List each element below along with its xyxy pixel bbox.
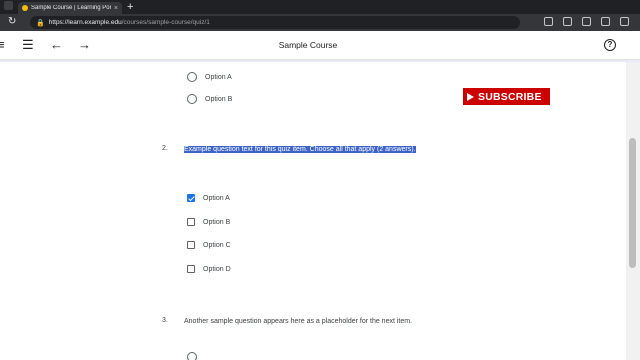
question-number: 2. [162, 145, 168, 152]
browser-tab[interactable]: Sample Course | Learning Portal × [18, 2, 122, 14]
subscribe-label: SUBSCRIBE [478, 90, 542, 103]
favorites-icon[interactable] [563, 17, 572, 26]
collections-icon[interactable] [582, 17, 591, 26]
question-text: Example question text for this quiz item… [184, 144, 420, 155]
help-icon[interactable]: ? [604, 39, 616, 51]
option-label: Option B [205, 95, 233, 103]
question-text-selected: Example question text for this quiz item… [184, 146, 416, 153]
radio-button[interactable] [187, 72, 197, 82]
tab-title: Sample Course | Learning Portal [31, 5, 111, 11]
lock-icon[interactable]: 🔒 [36, 19, 45, 27]
q2-option-3[interactable]: Option C [187, 241, 231, 249]
q1-option-1[interactable]: Option A [187, 72, 232, 82]
extensions-icon[interactable] [601, 17, 610, 26]
tab-close-icon[interactable]: × [114, 5, 118, 12]
url-path: /courses/sample-course/quiz/1 [121, 19, 210, 26]
subscribe-overlay[interactable]: SUBSCRIBE [463, 88, 550, 105]
checkbox[interactable] [187, 241, 195, 249]
radio-button[interactable] [187, 94, 197, 104]
q2-option-4[interactable]: Option D [187, 265, 231, 273]
address-bar-row: ↻ 🔒 https://learn.example.edu/courses/sa… [0, 14, 640, 31]
favicon-icon [22, 5, 28, 11]
option-label: Option A [203, 194, 230, 202]
checkbox[interactable] [187, 265, 195, 273]
radio-button[interactable] [187, 352, 197, 360]
browser-titlebar: Sample Course | Learning Portal × + [0, 0, 640, 14]
q2-option-1[interactable]: Option A [187, 194, 230, 202]
app-header: ≡ ☰ ← → Sample Course ? [0, 31, 640, 60]
option-label: Option C [203, 241, 231, 249]
q2-option-2[interactable]: Option B [187, 218, 230, 226]
checkbox-checked[interactable] [187, 194, 195, 202]
checkbox[interactable] [187, 218, 195, 226]
url-text[interactable]: https://learn.example.edu/courses/sample… [49, 19, 210, 26]
option-label: Option A [205, 73, 232, 81]
omnibox[interactable]: 🔒 https://learn.example.edu/courses/samp… [30, 16, 520, 29]
q3-option-1[interactable] [187, 352, 197, 360]
q1-option-2[interactable]: Option B [187, 94, 232, 104]
scrollbar[interactable] [626, 62, 640, 360]
option-label: Option B [203, 218, 231, 226]
window-menu-icon[interactable] [4, 1, 13, 10]
quiz-content: Option A Option B 2. Example question te… [0, 62, 626, 360]
scrollbar-thumb[interactable] [629, 138, 636, 268]
profile-icon[interactable] [620, 17, 629, 26]
option-label: Option D [203, 265, 231, 273]
question-text: Another sample question appears here as … [184, 318, 413, 325]
play-icon [467, 92, 474, 101]
split-view-icon[interactable] [544, 17, 553, 26]
page-title: Sample Course [278, 40, 338, 50]
url-host: https://learn.example.edu [48, 19, 122, 26]
new-tab-button[interactable]: + [127, 1, 133, 13]
question-number: 3. [162, 317, 168, 324]
refresh-icon[interactable]: ↻ [8, 16, 16, 28]
